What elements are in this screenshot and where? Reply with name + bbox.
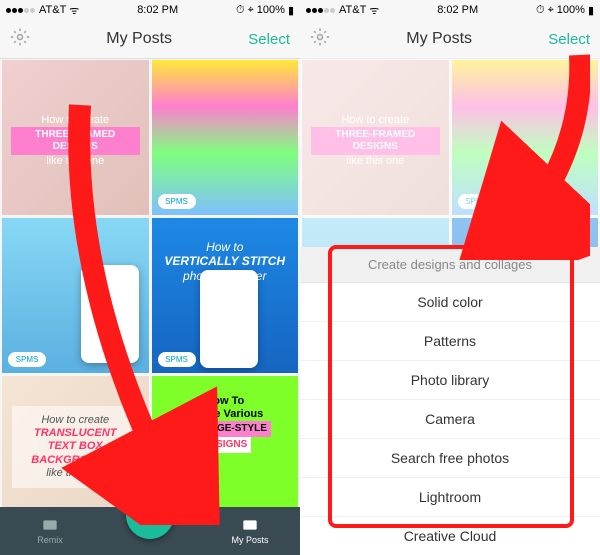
spms-badge: SPMS: [158, 352, 196, 367]
page-title: My Posts: [406, 30, 472, 48]
status-bar: AT&T ᯤ 8:02 PM ⏱ ⌖ 100% ▮: [0, 0, 300, 20]
tile-text: THREE-FRAMED DESIGNS: [11, 127, 140, 155]
gear-icon[interactable]: [10, 27, 30, 52]
carrier: AT&T: [39, 4, 66, 16]
select-button[interactable]: Select: [248, 31, 290, 48]
tile-text: THREE-FRAMED DESIGNS: [311, 127, 440, 155]
tab-label: Remix: [37, 535, 63, 545]
post-tile: How to createTHREE-FRAMED DESIGNSlike th…: [302, 60, 449, 215]
tile-text: BACKGROUNDS: [20, 454, 131, 467]
create-action-sheet: Create designs and collages Solid color …: [300, 247, 600, 555]
phone-graphic: [81, 265, 139, 363]
tab-myposts[interactable]: My Posts: [200, 517, 300, 545]
sheet-item-photo-library[interactable]: Photo library: [300, 361, 600, 400]
tile-text: VERTICALLY STITCH: [161, 254, 290, 268]
screenshot-left: AT&T ᯤ 8:02 PM ⏱ ⌖ 100% ▮ My Posts Selec…: [0, 0, 300, 555]
alarm-icon: ⏱: [236, 4, 245, 17]
tile-text: How to: [161, 240, 290, 254]
sheet-item-patterns[interactable]: Patterns: [300, 322, 600, 361]
tile-text: TRANSLUCENT: [20, 427, 131, 440]
bt-icon: ⌖: [248, 4, 254, 17]
tile-text: TEXT BOX: [20, 440, 131, 453]
tile-text: How To: [161, 395, 290, 408]
clock: 8:02 PM: [437, 4, 478, 16]
sheet-item-camera[interactable]: Camera: [300, 400, 600, 439]
nav-bar: My Posts Select: [0, 20, 300, 59]
signal-dots: [306, 4, 336, 16]
post-tile[interactable]: SPMS: [152, 60, 299, 215]
posts-grid[interactable]: How to createTHREE-FRAMED DESIGNSlike th…: [0, 58, 300, 555]
battery-icon: ▮: [588, 4, 594, 17]
tile-text: like this one: [311, 155, 440, 168]
sheet-item-lightroom[interactable]: Lightroom: [300, 478, 600, 517]
tile-text: How to create: [20, 414, 131, 427]
tile-text: like this one: [20, 467, 131, 480]
tile-text: COLLAGE-STYLE: [179, 421, 271, 437]
spms-badge: SPMS: [458, 194, 496, 209]
post-tile: SPMS: [452, 60, 599, 215]
status-bar: AT&T ᯤ 8:02 PM ⏱ ⌖ 100% ▮: [300, 0, 600, 20]
tile-text: How to create: [11, 114, 140, 127]
tile-text: Create Various: [161, 408, 290, 421]
sheet-item-solid-color[interactable]: Solid color: [300, 283, 600, 322]
sheet-item-creative-cloud[interactable]: Creative Cloud: [300, 517, 600, 555]
alarm-icon: ⏱: [536, 4, 545, 17]
page-title: My Posts: [106, 30, 172, 48]
post-tile[interactable]: How toVERTICALLY STITCHphotos together S…: [152, 218, 299, 373]
select-button[interactable]: Select: [548, 31, 590, 48]
nav-bar: My Posts Select: [300, 20, 600, 59]
wifi-icon: ᯤ: [69, 3, 79, 18]
battery-pct: 100%: [557, 4, 585, 16]
battery-icon: ▮: [288, 4, 294, 17]
screenshot-right: AT&T ᯤ 8:02 PM ⏱ ⌖ 100% ▮ My Posts Selec…: [300, 0, 600, 555]
signal-dots: [6, 4, 36, 16]
tile-text: How to create: [311, 114, 440, 127]
plus-icon: +: [142, 499, 158, 531]
phone-graphic: [200, 270, 258, 368]
carrier: AT&T: [339, 4, 366, 16]
wifi-icon: ᯤ: [369, 3, 379, 18]
add-button[interactable]: +: [126, 491, 174, 539]
tile-text: DESIGNS: [198, 437, 251, 453]
post-tile[interactable]: How to createTHREE-FRAMED DESIGNSlike th…: [2, 60, 149, 215]
sheet-item-search-free-photos[interactable]: Search free photos: [300, 439, 600, 478]
post-tile[interactable]: SPMS: [2, 218, 149, 373]
sheet-header: Create designs and collages: [300, 247, 600, 283]
clock: 8:02 PM: [137, 4, 178, 16]
tab-remix[interactable]: Remix: [0, 517, 100, 545]
gear-icon[interactable]: [310, 27, 330, 52]
spms-badge: SPMS: [8, 352, 46, 367]
tab-label: My Posts: [231, 535, 268, 545]
spms-badge: SPMS: [158, 194, 196, 209]
bt-icon: ⌖: [548, 4, 554, 17]
battery-pct: 100%: [257, 4, 285, 16]
tile-text: like this one: [11, 155, 140, 168]
